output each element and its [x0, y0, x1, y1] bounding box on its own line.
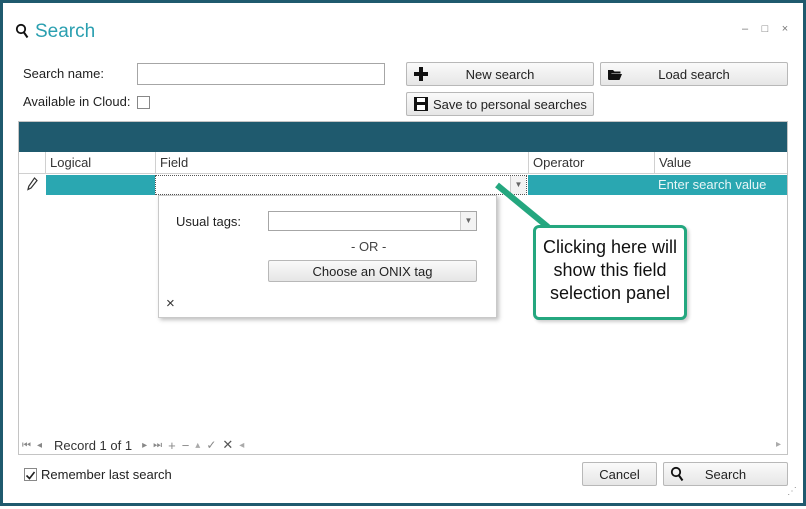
remember-last-search-label: Remember last search [41, 467, 172, 482]
search-icon [670, 466, 686, 482]
callout-line-3: selection panel [549, 283, 671, 303]
checkmark-icon [25, 471, 36, 480]
annotation-callout: Clicking here will show this field selec… [533, 225, 687, 320]
search-dialog: Search – □ × Search name: Available in C… [0, 0, 806, 506]
cancel-button[interactable]: Cancel [582, 462, 657, 486]
search-label: Search [704, 466, 747, 482]
callout-line-1: Clicking here will [542, 237, 678, 257]
search-button[interactable]: Search [663, 462, 788, 486]
remember-last-search-checkbox[interactable] [24, 468, 37, 481]
resize-grip-icon[interactable]: ⋰ [787, 486, 797, 497]
callout-line-2: show this field [553, 260, 667, 280]
cancel-label: Cancel [599, 466, 640, 482]
